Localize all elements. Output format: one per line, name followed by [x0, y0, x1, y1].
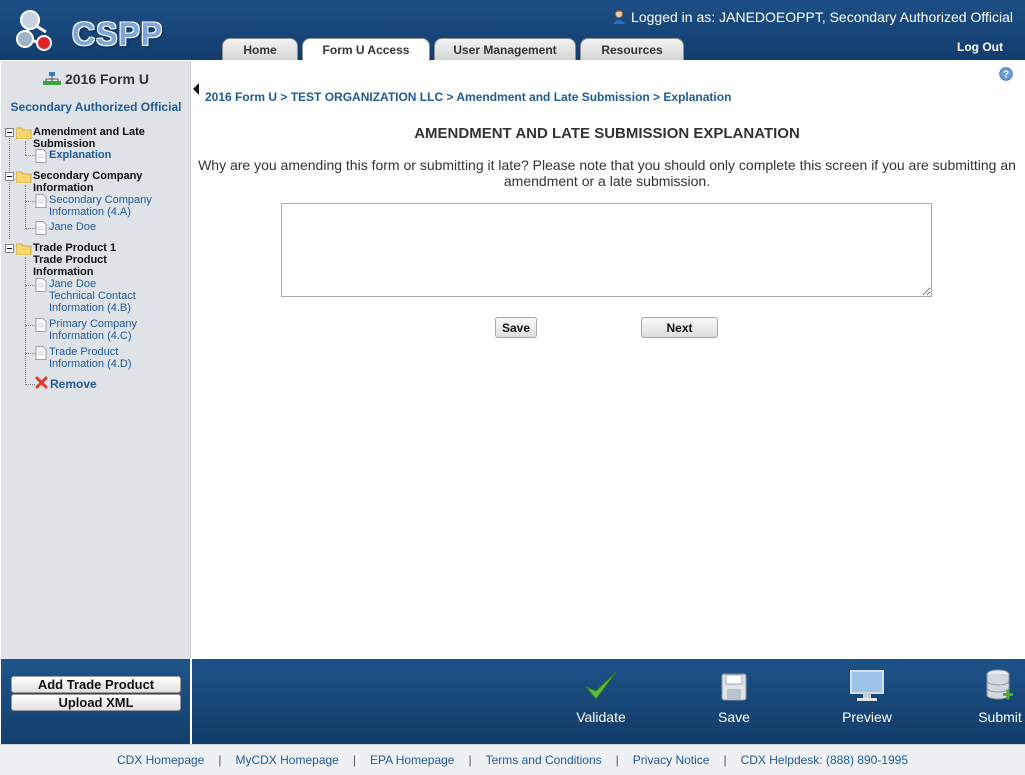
main-tabs: Home Form U Access User Management Resou…: [222, 38, 688, 61]
logout-link[interactable]: Log Out: [957, 40, 1003, 54]
tree-leaf-label: Trade Product Information (4.D): [49, 346, 132, 370]
tree-folder-secondary-company[interactable]: Secondary Company Information: [5, 170, 165, 194]
tab-resources[interactable]: Resources: [580, 38, 684, 60]
tree-folder-label: Secondary Company Information: [33, 170, 143, 194]
document-icon: [35, 346, 47, 360]
folder-icon: [16, 171, 32, 183]
add-trade-product-button[interactable]: Add Trade Product: [11, 676, 181, 693]
checkmark-icon: [585, 671, 617, 700]
footer-links: CDX Homepage | MyCDX Homepage | EPA Home…: [0, 744, 1025, 775]
tree-folder-label: Trade Product 1 Trade Product Informatio…: [33, 242, 117, 278]
submit-label: Submit: [978, 709, 1022, 725]
user-icon: [613, 10, 626, 24]
submit-button[interactable]: Submit: [974, 669, 1025, 725]
tab-form-u-access[interactable]: Form U Access: [302, 38, 430, 61]
instructions-text: Why are you amending this form or submit…: [198, 157, 1016, 189]
svg-text:?: ?: [1003, 70, 1009, 81]
tree-leaf-label: Secondary Company Information (4.A): [49, 194, 152, 218]
document-icon: [35, 318, 47, 332]
collapse-sidebar-icon[interactable]: [191, 82, 201, 96]
tree-leaf-label: Jane Doe: [49, 221, 97, 233]
document-icon: [35, 194, 47, 208]
page-title: AMENDMENT AND LATE SUBMISSION EXPLANATIO…: [414, 125, 800, 142]
tree-leaf-jane-doe[interactable]: Jane Doe: [35, 221, 96, 235]
monitor-icon: [850, 670, 884, 701]
tree-leaf-label: Explanation: [49, 149, 112, 161]
explanation-textarea[interactable]: [281, 203, 932, 297]
cdx-homepage-link[interactable]: CDX Homepage: [117, 753, 204, 767]
navigation-sidebar: 2016 Form U Secondary Authorized Officia…: [1, 61, 191, 659]
tree-connector: [25, 353, 35, 354]
preview-button[interactable]: Preview: [837, 669, 897, 725]
tree-leaf-label: Jane Doe Technical Contact Information (…: [49, 278, 136, 314]
collapse-toggle-icon[interactable]: [5, 244, 14, 253]
breadcrumb: 2016 Form U > TEST ORGANIZATION LLC > Am…: [205, 90, 732, 104]
tree-connector: [25, 384, 35, 385]
sidebar-title: 2016 Form U: [1, 71, 191, 87]
upload-xml-button[interactable]: Upload XML: [11, 694, 181, 711]
preview-label: Preview: [842, 709, 892, 725]
tree-leaf-label: Primary Company Information (4.C): [49, 318, 138, 342]
tree-connector: [25, 285, 35, 286]
tree-connector: [25, 325, 35, 326]
floppy-disk-icon: [721, 673, 747, 701]
header-bar: CSPP Logged in as: JANEDOEOPPT, Secondar…: [0, 0, 1025, 61]
login-info: Logged in as: JANEDOEOPPT, Secondary Aut…: [611, 9, 1013, 25]
login-user: JANEDOEOPPT, Secondary Authorized Offici…: [719, 9, 1013, 25]
tree-leaf-trade-info[interactable]: Trade Product Information (4.D): [35, 346, 185, 370]
link-separator: |: [352, 753, 356, 767]
sidebar-role: Secondary Authorized Official: [10, 100, 182, 114]
validate-label: Validate: [576, 709, 626, 725]
help-icon[interactable]: ?: [999, 67, 1013, 81]
link-separator: |: [615, 753, 619, 767]
terms-link[interactable]: Terms and Conditions: [486, 753, 602, 767]
helpdesk-link[interactable]: CDX Helpdesk: (888) 890-1995: [741, 753, 908, 767]
document-icon: [35, 221, 47, 235]
database-add-icon: [986, 669, 1013, 700]
tree-leaf-secondary-info[interactable]: Secondary Company Information (4.A): [35, 194, 185, 218]
tab-home[interactable]: Home: [222, 38, 298, 60]
footer-save-button[interactable]: Save: [714, 669, 754, 725]
tree-connector: [25, 228, 35, 229]
mycdx-homepage-link[interactable]: MyCDX Homepage: [235, 753, 338, 767]
hierarchy-icon: [42, 72, 61, 85]
tree-folder-amendment[interactable]: Amendment and Late Submission: [5, 126, 155, 150]
footer-side-panel: Add Trade Product Upload XML: [1, 659, 191, 744]
tree-folder-label: Amendment and Late Submission: [33, 126, 145, 150]
link-separator: |: [468, 753, 472, 767]
link-separator: |: [723, 753, 727, 767]
save-button[interactable]: Save: [495, 317, 537, 338]
tree-connector: [25, 155, 35, 156]
tree-leaf-primary-company[interactable]: Primary Company Information (4.C): [35, 318, 185, 342]
app-name: CSPP: [72, 16, 164, 52]
next-button[interactable]: Next: [641, 317, 718, 338]
footer-toolbar: Validate Save Preview Submit: [192, 659, 1025, 744]
save-label: Save: [718, 709, 750, 725]
collapse-toggle-icon[interactable]: [5, 172, 14, 181]
collapse-toggle-icon[interactable]: [5, 128, 14, 137]
app-window: CSPP Logged in as: JANEDOEOPPT, Secondar…: [0, 0, 1025, 775]
login-prefix: Logged in as:: [631, 9, 716, 25]
document-icon: [35, 278, 47, 292]
validate-button[interactable]: Validate: [572, 669, 630, 725]
tab-user-management[interactable]: User Management: [434, 38, 576, 60]
tree-leaf-technical-contact[interactable]: Jane Doe Technical Contact Information (…: [35, 278, 185, 314]
molecule-logo-icon: [16, 10, 52, 51]
remove-x-icon: [35, 376, 48, 389]
tree-leaf-label: Remove: [50, 377, 97, 391]
privacy-link[interactable]: Privacy Notice: [633, 753, 710, 767]
tree-leaf-explanation[interactable]: Explanation: [35, 149, 111, 163]
document-icon: [35, 149, 47, 163]
folder-icon: [16, 243, 32, 255]
tree-remove-link[interactable]: Remove: [35, 376, 97, 390]
tree-connector: [25, 201, 35, 202]
cspp-logo: CSPP: [12, 6, 162, 54]
folder-icon: [16, 127, 32, 139]
tree-folder-trade-product[interactable]: Trade Product 1 Trade Product Informatio…: [5, 242, 165, 278]
link-separator: |: [218, 753, 222, 767]
sidebar-title-text: 2016 Form U: [64, 71, 150, 87]
epa-homepage-link[interactable]: EPA Homepage: [370, 753, 455, 767]
